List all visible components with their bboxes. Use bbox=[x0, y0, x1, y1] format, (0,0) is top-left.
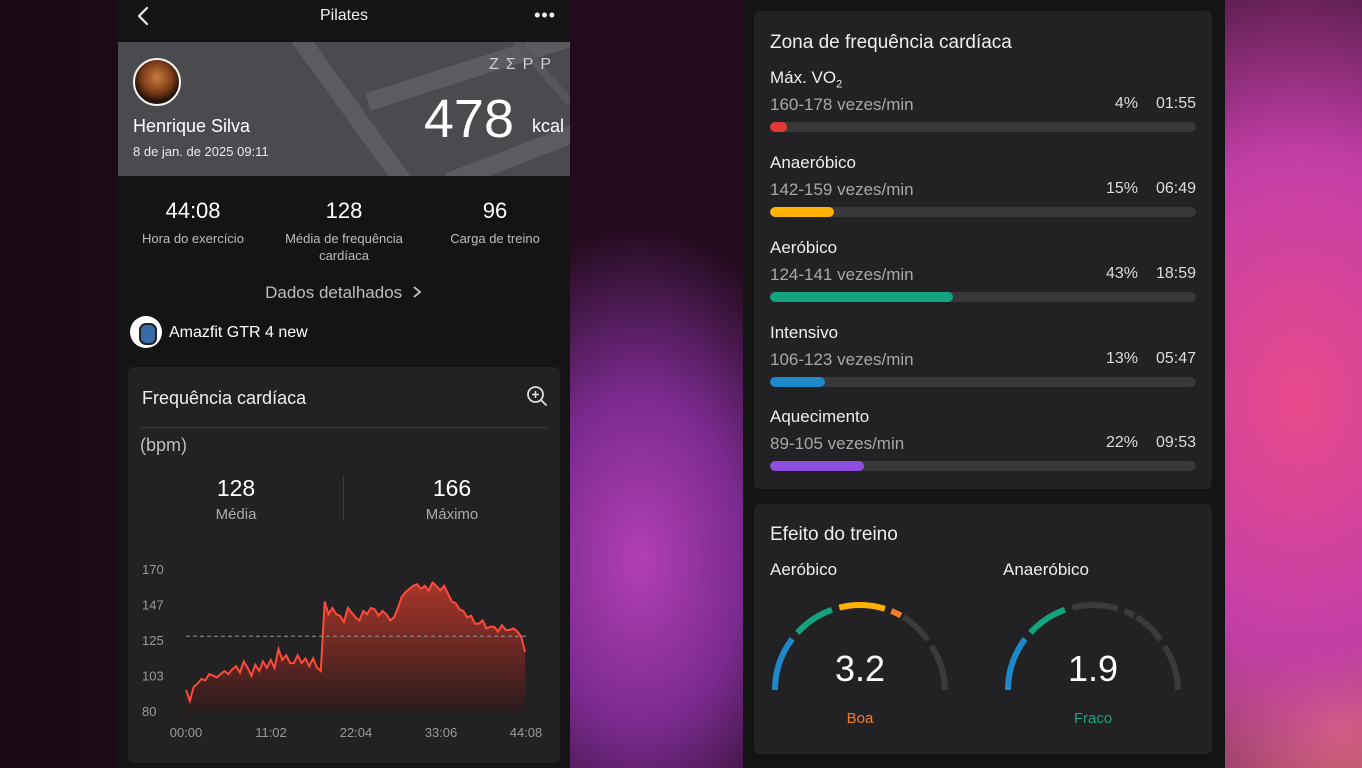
calories-value: 478 bbox=[423, 89, 514, 149]
device-name: Amazfit GTR 4 new bbox=[169, 324, 308, 341]
zone-percent: 15% bbox=[1105, 180, 1138, 197]
y-tick-label: 125 bbox=[142, 633, 164, 648]
workout-summary-panel: Pilates ••• Henrique Silva 8 de jan. de … bbox=[118, 0, 570, 768]
stat-value: 128 bbox=[325, 198, 363, 223]
x-tick-label: 33:06 bbox=[425, 725, 458, 740]
more-options-icon[interactable]: ••• bbox=[534, 5, 556, 26]
gauge-value: 3.2 bbox=[834, 648, 886, 689]
training-effect-card: Efeito do treino Aeróbico 3.2 Boa Anaeró… bbox=[754, 504, 1212, 754]
zone-time: 06:49 bbox=[1155, 180, 1196, 197]
user-name: Henrique Silva bbox=[133, 116, 251, 136]
workout-hero: Henrique Silva 8 de jan. de 2025 09:11 Z… bbox=[118, 42, 570, 176]
x-tick-label: 22:04 bbox=[340, 725, 373, 740]
zone-percent: 4% bbox=[1114, 95, 1138, 112]
aerobic-gauge: Aeróbico 3.2 Boa bbox=[770, 560, 970, 740]
hr-zones-card: Zona de frequência cardíaca Máx. VO2 160… bbox=[754, 11, 1212, 489]
max-hr-value: 166 bbox=[432, 475, 472, 501]
avg-hr: 128 Média bbox=[136, 475, 336, 523]
zone-range: 142-159 vezes/min bbox=[770, 180, 914, 199]
zone-range: 106-123 vezes/min bbox=[770, 350, 914, 369]
card-title: Efeito do treino bbox=[770, 524, 898, 545]
gauge-value: 1.9 bbox=[1067, 648, 1119, 689]
stat-label: Média de frequência cardíaca bbox=[285, 231, 403, 263]
stat-duration: 44:08 Hora do exercício bbox=[118, 198, 268, 247]
zone-percent: 43% bbox=[1105, 265, 1138, 282]
max-hr: 166 Máximo bbox=[352, 475, 552, 523]
heart-rate-zones-panel: Zona de frequência cardíaca Máx. VO2 160… bbox=[743, 0, 1225, 768]
stat-label: Carga de treino bbox=[450, 231, 540, 246]
zone-vo2max: Máx. VO2 160-178 vezes/min 4% 01:55 bbox=[770, 68, 1196, 148]
zone-name: Anaeróbico bbox=[770, 153, 857, 172]
max-hr-label: Máximo bbox=[425, 506, 479, 523]
divider bbox=[343, 475, 344, 521]
y-tick-label: 170 bbox=[142, 562, 164, 577]
avg-hr-value: 128 bbox=[216, 475, 256, 501]
zone-time: 18:59 bbox=[1155, 265, 1196, 282]
anaerobic-gauge: Anaeróbico 1.9 Fraco bbox=[1003, 560, 1203, 740]
avatar[interactable] bbox=[133, 58, 181, 106]
stat-value: 96 bbox=[482, 198, 508, 223]
zone-progress-bar bbox=[770, 122, 1196, 132]
zone-time: 09:53 bbox=[1155, 434, 1196, 451]
zone-name: Intensivo bbox=[770, 323, 839, 342]
page-title: Pilates bbox=[319, 7, 369, 24]
heart-rate-card: Frequência cardíaca (bpm) 128 Média 166 … bbox=[128, 367, 560, 763]
x-tick-label: 11:02 bbox=[255, 725, 287, 740]
unit-label: (bpm) bbox=[140, 435, 188, 455]
stat-label: Hora do exercício bbox=[142, 231, 244, 246]
calories-unit: kcal bbox=[531, 116, 564, 136]
divider bbox=[140, 427, 548, 428]
zone-intensive: Intensivo 106-123 vezes/min 13% 05:47 bbox=[770, 323, 1196, 403]
y-tick-label: 103 bbox=[142, 669, 164, 684]
y-tick-label: 80 bbox=[142, 704, 156, 719]
zone-name: Máx. VO2 bbox=[770, 68, 843, 91]
stat-value: 44:08 bbox=[165, 198, 221, 223]
zone-warmup: Aquecimento 89-105 vezes/min 22% 09:53 bbox=[770, 407, 1196, 487]
zone-progress-bar bbox=[770, 207, 1196, 217]
stat-avg-hr: 128 Média de frequência cardíaca bbox=[269, 198, 419, 264]
zone-percent: 13% bbox=[1105, 350, 1138, 367]
card-title: Frequência cardíaca bbox=[142, 388, 307, 408]
x-tick-label: 44:08 bbox=[510, 725, 543, 740]
chevron-right-icon bbox=[413, 286, 422, 298]
zone-progress-bar bbox=[770, 377, 1196, 387]
zone-range: 160-178 vezes/min bbox=[770, 95, 914, 114]
zone-time: 05:47 bbox=[1155, 350, 1196, 367]
gauge-status: Fraco bbox=[1073, 710, 1113, 727]
watch-icon bbox=[130, 316, 162, 348]
zone-time: 01:55 bbox=[1155, 95, 1196, 112]
zone-progress-bar bbox=[770, 292, 1196, 302]
detailed-data-link[interactable]: Dados detalhados bbox=[118, 283, 570, 303]
heart-rate-chart[interactable]: 170 147 125 103 80 00:00 11:02 22:04 33:06 44:08 bbox=[128, 552, 560, 752]
gauge-label: Anaeróbico bbox=[1003, 560, 1090, 579]
hr-area bbox=[186, 582, 525, 712]
x-tick-label: 00:00 bbox=[170, 725, 203, 740]
zone-aerobic: Aeróbico 124-141 vezes/min 43% 18:59 bbox=[770, 238, 1196, 318]
zoom-in-icon[interactable] bbox=[526, 385, 548, 407]
y-tick-label: 147 bbox=[142, 598, 164, 613]
zone-progress-bar bbox=[770, 461, 1196, 471]
gauge-label: Aeróbico bbox=[770, 560, 838, 579]
workout-date: 8 de jan. de 2025 09:11 bbox=[133, 144, 269, 159]
zone-percent: 22% bbox=[1105, 434, 1138, 451]
zone-range: 124-141 vezes/min bbox=[770, 265, 914, 284]
card-title: Zona de frequência cardíaca bbox=[770, 32, 1012, 53]
zone-name: Aeróbico bbox=[770, 238, 838, 257]
avg-hr-label: Média bbox=[215, 506, 257, 523]
detailed-data-label: Dados detalhados bbox=[265, 283, 403, 302]
zone-range: 89-105 vezes/min bbox=[770, 434, 905, 453]
zone-name: Aquecimento bbox=[770, 407, 870, 426]
stat-training-load: 96 Carga de treino bbox=[420, 198, 570, 247]
gauge-status: Boa bbox=[846, 710, 874, 727]
top-bar: Pilates ••• bbox=[118, 0, 570, 34]
zone-anaerobic: Anaeróbico 142-159 vezes/min 15% 06:49 bbox=[770, 153, 1196, 233]
brand-logo: ZΣPP bbox=[488, 56, 558, 73]
summary-stats: 44:08 Hora do exercício 128 Média de fre… bbox=[118, 198, 570, 268]
